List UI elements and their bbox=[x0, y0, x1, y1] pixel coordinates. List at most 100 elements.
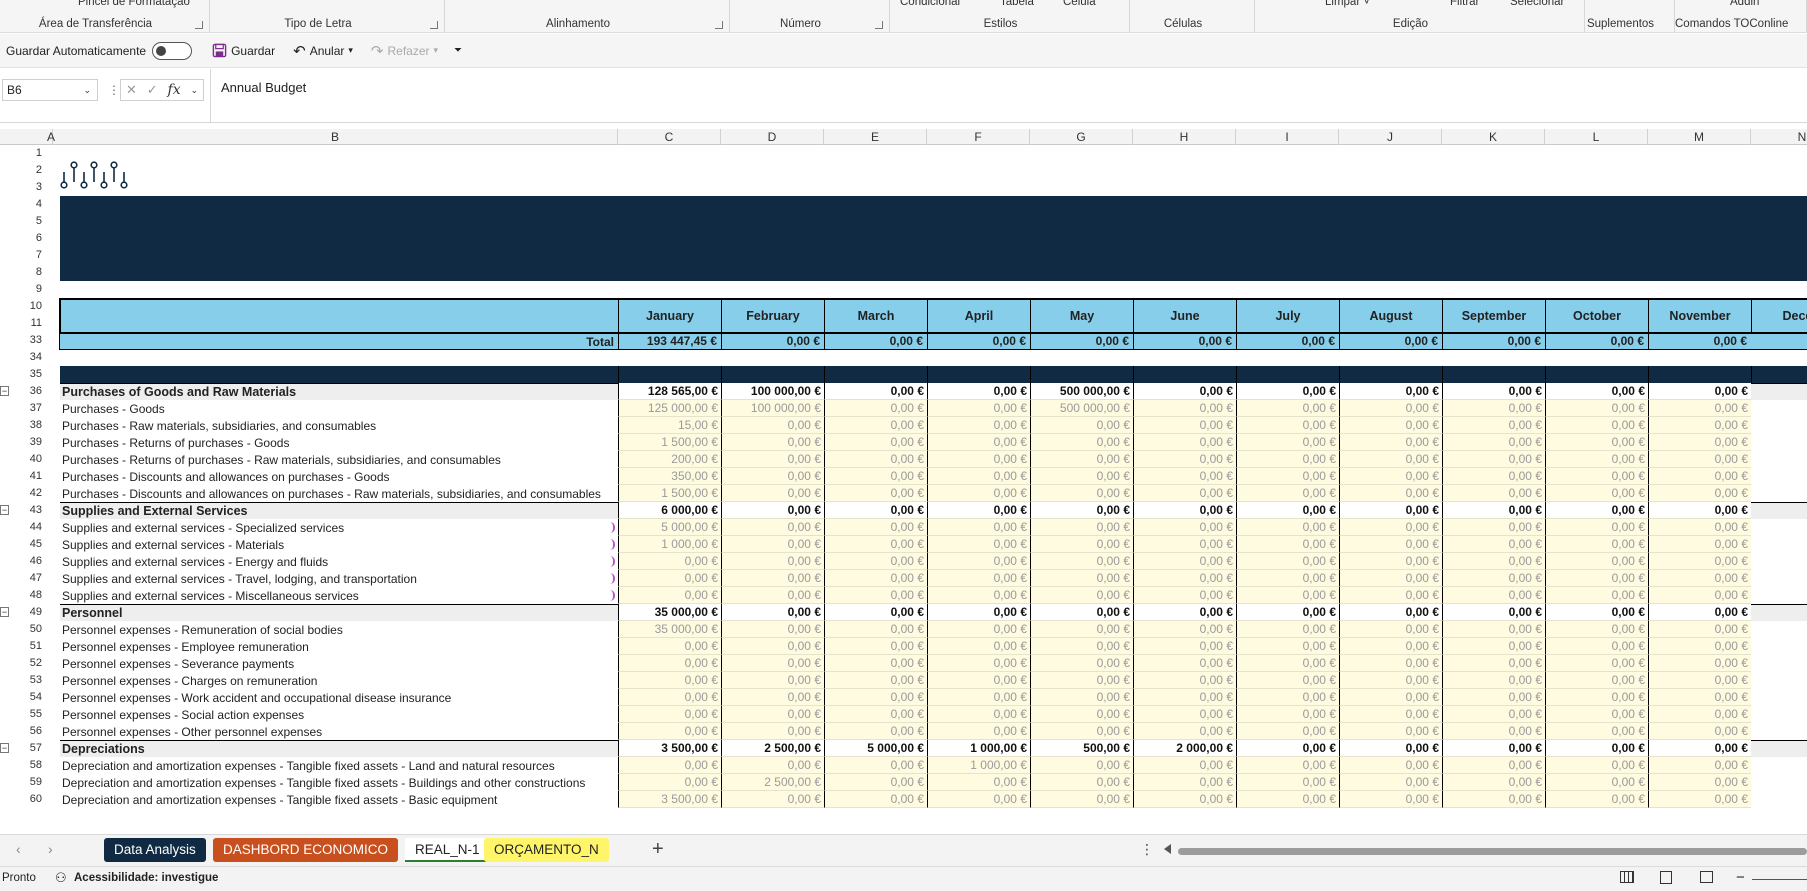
amount-cell[interactable]: 0,00 € bbox=[1339, 383, 1442, 400]
amount-cell[interactable]: 0,00 € bbox=[1030, 451, 1133, 468]
amount-cell[interactable]: 0,00 € bbox=[1339, 689, 1442, 706]
amount-cell[interactable]: 0,00 € bbox=[1648, 383, 1751, 400]
zoom-slider[interactable] bbox=[1752, 879, 1807, 880]
sheet-tab[interactable]: DASHBORD ECONOMICO bbox=[213, 838, 399, 862]
row-header[interactable]: 60 bbox=[20, 793, 42, 805]
autosave-toggle[interactable] bbox=[152, 41, 193, 60]
amount-cell[interactable]: 0,00 € bbox=[1545, 672, 1648, 689]
amount-cell[interactable]: 0,00 € bbox=[1442, 723, 1545, 740]
column-header[interactable]: C bbox=[618, 129, 721, 145]
amount-cell[interactable]: 0,00 € bbox=[824, 400, 927, 417]
amount-cell[interactable]: 0,00 € bbox=[927, 706, 1030, 723]
line-item-label[interactable]: Purchases - Goods bbox=[62, 402, 617, 416]
amount-cell[interactable]: 0,00 € bbox=[1442, 519, 1545, 536]
amount-cell[interactable]: 0,00 € bbox=[824, 604, 927, 621]
amount-cell[interactable]: 2 000,00 € bbox=[1133, 740, 1236, 757]
month-header[interactable]: September bbox=[1442, 300, 1545, 332]
amount-cell[interactable]: 0,00 € bbox=[721, 757, 824, 774]
row-header[interactable]: 51 bbox=[20, 640, 42, 652]
amount-cell[interactable]: 0,00 € bbox=[1339, 417, 1442, 434]
amount-cell[interactable]: 0,00 € bbox=[721, 672, 824, 689]
amount-cell[interactable]: 0,00 € bbox=[927, 774, 1030, 791]
amount-cell[interactable]: 0,00 € bbox=[1030, 502, 1133, 519]
amount-cell[interactable]: 0,00 € bbox=[1133, 774, 1236, 791]
amount-cell[interactable]: 0,00 € bbox=[721, 604, 824, 621]
amount-cell[interactable]: 0,00 € bbox=[1030, 587, 1133, 604]
formula-input[interactable]: Annual Budget bbox=[210, 69, 1807, 122]
row-header[interactable]: 8 bbox=[20, 266, 42, 278]
amount-cell[interactable]: 0,00 € bbox=[1339, 468, 1442, 485]
amount-cell[interactable]: 0,00 € bbox=[1442, 587, 1545, 604]
amount-cell[interactable]: 0,00 € bbox=[618, 655, 721, 672]
collapse-group-icon[interactable]: − bbox=[0, 505, 9, 515]
add-sheet-icon[interactable]: + bbox=[652, 838, 664, 861]
amount-cell[interactable]: 0,00 € bbox=[1236, 519, 1339, 536]
amount-cell[interactable]: 0,00 € bbox=[1545, 417, 1648, 434]
amount-cell[interactable]: 0,00 € bbox=[721, 434, 824, 451]
amount-cell[interactable]: 0,00 € bbox=[1133, 638, 1236, 655]
amount-cell[interactable]: 0,00 € bbox=[824, 553, 927, 570]
line-item-label[interactable]: Purchases - Returns of purchases - Goods bbox=[62, 436, 617, 450]
row-header[interactable]: 7 bbox=[20, 249, 42, 261]
total-value[interactable]: 0,00 € bbox=[1030, 334, 1133, 349]
cancel-icon[interactable]: ✕ bbox=[126, 82, 137, 98]
normal-view-icon[interactable] bbox=[1620, 871, 1634, 883]
amount-cell[interactable]: 0,00 € bbox=[1339, 485, 1442, 502]
total-value[interactable]: 0,00 € bbox=[721, 334, 824, 349]
amount-cell[interactable]: 0,00 € bbox=[927, 689, 1030, 706]
row-header[interactable]: 40 bbox=[20, 453, 42, 465]
amount-cell[interactable]: 3 500,00 € bbox=[618, 791, 721, 808]
amount-cell[interactable]: 0,00 € bbox=[1442, 553, 1545, 570]
amount-cell[interactable]: 0,00 € bbox=[927, 655, 1030, 672]
amount-cell[interactable]: 0,00 € bbox=[1339, 587, 1442, 604]
amount-cell[interactable]: 0,00 € bbox=[1030, 706, 1133, 723]
amount-cell[interactable]: 5 000,00 € bbox=[824, 740, 927, 757]
amount-cell[interactable]: 0,00 € bbox=[1236, 672, 1339, 689]
amount-cell[interactable]: 0,00 € bbox=[618, 689, 721, 706]
amount-cell[interactable]: 0,00 € bbox=[1236, 417, 1339, 434]
amount-cell[interactable]: 0,00 € bbox=[1442, 706, 1545, 723]
amount-cell[interactable]: 0,00 € bbox=[927, 383, 1030, 400]
amount-cell[interactable]: 0,00 € bbox=[824, 383, 927, 400]
amount-cell[interactable]: 0,00 € bbox=[1648, 791, 1751, 808]
amount-cell[interactable]: 0,00 € bbox=[1339, 791, 1442, 808]
amount-cell[interactable]: 0,00 € bbox=[1442, 655, 1545, 672]
amount-cell[interactable]: 0,00 € bbox=[1133, 400, 1236, 417]
amount-cell[interactable]: 0,00 € bbox=[927, 536, 1030, 553]
amount-cell[interactable]: 2 500,00 € bbox=[721, 774, 824, 791]
collapse-group-icon[interactable]: − bbox=[0, 607, 9, 617]
row-header[interactable]: 41 bbox=[20, 470, 42, 482]
amount-cell[interactable]: 0,00 € bbox=[1030, 536, 1133, 553]
amount-cell[interactable]: 0,00 € bbox=[1133, 587, 1236, 604]
amount-cell[interactable]: 2 500,00 € bbox=[721, 740, 824, 757]
amount-cell[interactable]: 0,00 € bbox=[927, 570, 1030, 587]
amount-cell[interactable]: 0,00 € bbox=[1339, 672, 1442, 689]
amount-cell[interactable]: 0,00 € bbox=[927, 672, 1030, 689]
amount-cell[interactable]: 0,00 € bbox=[1030, 638, 1133, 655]
amount-cell[interactable]: 0,00 € bbox=[618, 723, 721, 740]
more-options-icon[interactable]: ⋮ bbox=[1140, 841, 1154, 858]
amount-cell[interactable]: 0,00 € bbox=[824, 638, 927, 655]
chevron-down-icon[interactable]: ▾ bbox=[434, 45, 439, 56]
amount-cell[interactable]: 0,00 € bbox=[721, 417, 824, 434]
amount-cell[interactable]: 0,00 € bbox=[721, 723, 824, 740]
amount-cell[interactable]: 0,00 € bbox=[1545, 689, 1648, 706]
line-item-label[interactable]: Supplies and external services - Travel,… bbox=[62, 572, 617, 586]
column-header[interactable]: M bbox=[1648, 129, 1751, 145]
total-value[interactable]: 0,00 € bbox=[927, 334, 1030, 349]
row-header[interactable]: 1 bbox=[20, 147, 42, 159]
sheet-tab[interactable]: ORÇAMENTO_N bbox=[484, 838, 609, 862]
amount-cell[interactable]: 0,00 € bbox=[1648, 451, 1751, 468]
amount-cell[interactable]: 0,00 € bbox=[1545, 604, 1648, 621]
amount-cell[interactable]: 0,00 € bbox=[1442, 400, 1545, 417]
category-label[interactable]: Supplies and External Services bbox=[62, 504, 617, 518]
amount-cell[interactable]: 0,00 € bbox=[1133, 689, 1236, 706]
horizontal-scrollbar[interactable] bbox=[1178, 848, 1807, 855]
column-header[interactable]: I bbox=[1236, 129, 1339, 145]
amount-cell[interactable]: 0,00 € bbox=[1648, 655, 1751, 672]
amount-cell[interactable]: 0,00 € bbox=[927, 417, 1030, 434]
amount-cell[interactable]: 0,00 € bbox=[1648, 638, 1751, 655]
amount-cell[interactable]: 0,00 € bbox=[721, 451, 824, 468]
amount-cell[interactable]: 0,00 € bbox=[927, 451, 1030, 468]
month-header[interactable]: May bbox=[1030, 300, 1133, 332]
